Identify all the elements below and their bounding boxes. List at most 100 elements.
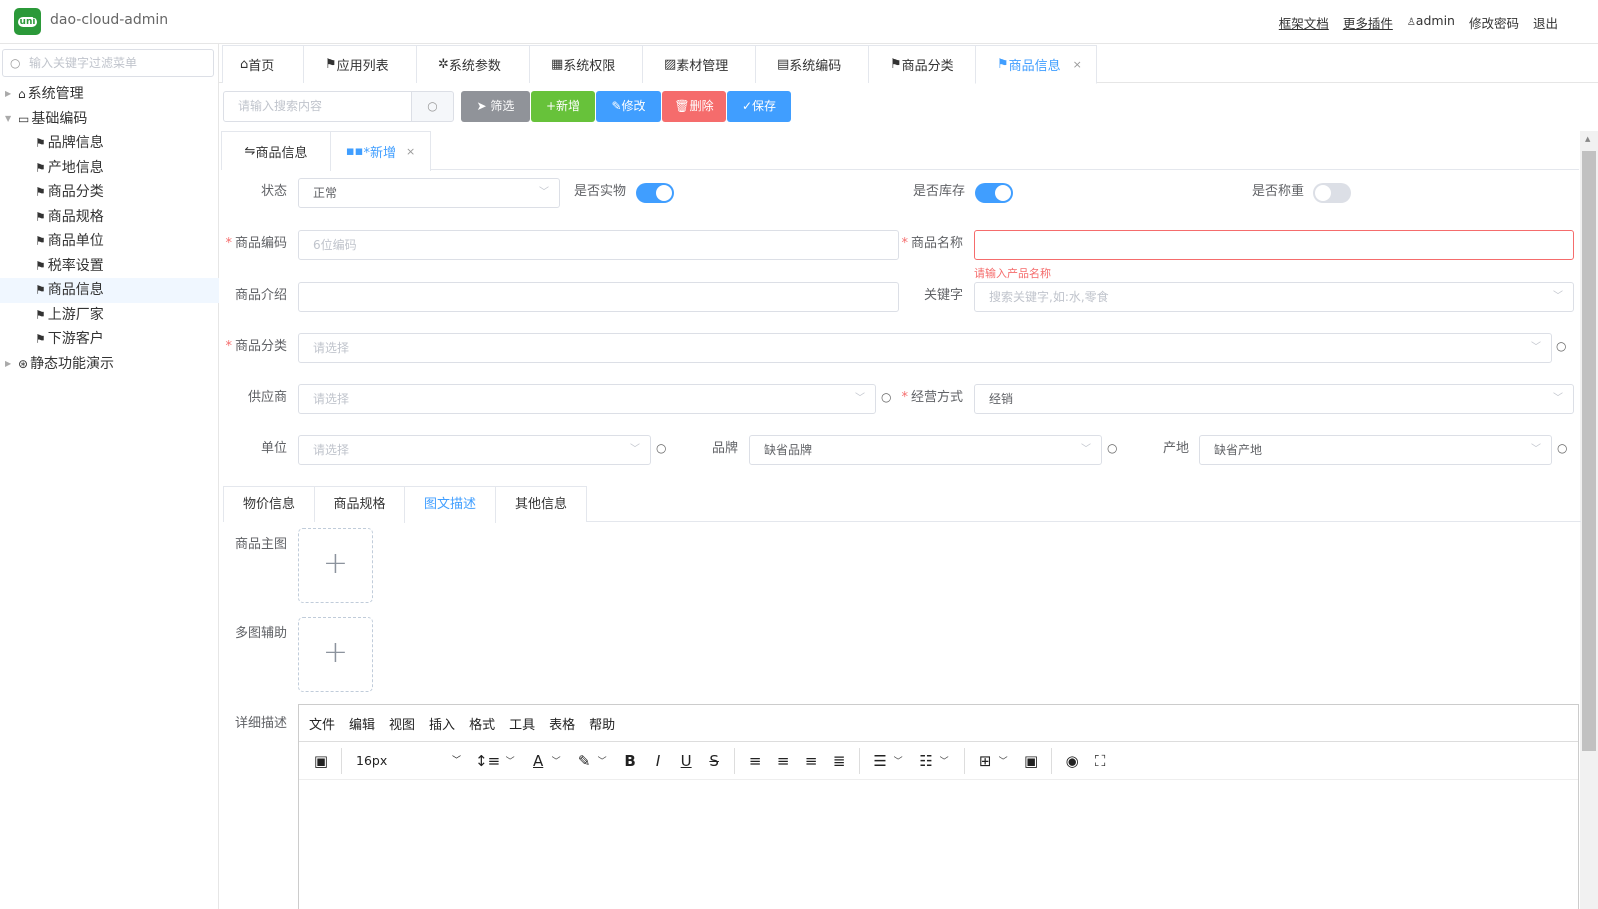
origin-search-icon[interactable]: ○ [1557, 441, 1567, 455]
sidebar-item-upstream[interactable]: ⚑ 上游厂家 [0, 303, 219, 328]
tab-product-info[interactable]: ⚑ 商品信息 × [975, 45, 1097, 84]
align-justify-icon[interactable]: ≣ [831, 752, 847, 770]
user-menu[interactable]: ♙admin [1407, 13, 1455, 32]
flag-icon: ⚑ [35, 258, 46, 273]
tab-image-text[interactable]: 图文描述 [404, 486, 496, 523]
sidebar-item-downstream[interactable]: ⚑ 下游客户 [0, 327, 219, 352]
sidebar-item-system[interactable]: ▶ ⌂ 系统管理 [0, 82, 219, 107]
search-button[interactable]: ○ [411, 91, 454, 122]
menu-view[interactable]: 视图 [389, 714, 415, 733]
tab-price-info[interactable]: 物价信息 [223, 486, 315, 522]
search-input[interactable]: 请输入搜索内容 [223, 91, 412, 122]
supplier-select[interactable]: 请选择 ﹀ [298, 384, 876, 414]
sidebar-item-tax[interactable]: ⚑ 税率设置 [0, 254, 219, 279]
align-left-icon[interactable]: ≡ [747, 752, 763, 770]
origin-select[interactable]: 缺省产地 ﹀ [1199, 435, 1552, 465]
code-input[interactable]: 6位编码 [298, 230, 899, 260]
fullscreen-icon[interactable]: ⛶ [1092, 752, 1108, 770]
edit-icon: ✎ [611, 99, 622, 113]
plugins-link[interactable]: 更多插件 [1343, 13, 1393, 32]
chevron-down-icon: ﹀ [1081, 444, 1091, 455]
unit-select[interactable]: 请选择 ﹀ [298, 435, 651, 465]
user-icon: ♙ [1406, 17, 1416, 28]
is-stock-switch[interactable] [975, 183, 1013, 203]
delete-button[interactable]: 🗑删除 [662, 91, 726, 122]
tab-system-code[interactable]: ▤ 系统编码 [755, 45, 869, 83]
is-physical-switch[interactable] [636, 183, 674, 203]
strikethrough-icon[interactable]: S [706, 752, 722, 770]
sidebar-item-unit[interactable]: ⚑ 商品单位 [0, 229, 219, 254]
is-weigh-switch[interactable] [1313, 183, 1351, 203]
table-icon[interactable]: ⊞ [977, 752, 993, 770]
tab-system-permissions[interactable]: ▦ 系统权限 [529, 45, 643, 83]
italic-icon[interactable]: I [650, 752, 666, 770]
edit-button[interactable]: ✎修改 [596, 91, 661, 122]
align-center-icon[interactable]: ≡ [775, 752, 791, 770]
logout-link[interactable]: 退出 [1533, 13, 1558, 32]
brand-select[interactable]: 缺省品牌 ﹀ [749, 435, 1102, 465]
close-icon[interactable]: × [1073, 58, 1082, 71]
sidebar-item-category[interactable]: ⚑ 商品分类 [0, 180, 219, 205]
menu-file[interactable]: 文件 [309, 714, 335, 733]
brand-search-icon[interactable]: ○ [1107, 441, 1117, 455]
close-icon[interactable]: × [406, 145, 415, 158]
tab-product-category[interactable]: ⚑ 商品分类 [868, 45, 976, 83]
biz-mode-select[interactable]: 经销 ﹀ [974, 384, 1574, 414]
subtab-product-info[interactable]: ⇋ 商品信息 [221, 131, 331, 170]
font-size-select[interactable]: 16px ﹀ [356, 753, 461, 768]
status-select[interactable]: 正常 ﹀ [298, 178, 560, 208]
image-icon[interactable]: ▣ [1023, 752, 1039, 770]
grid-icon: ▦ [551, 57, 564, 72]
bullet-list-icon[interactable]: ☰ [872, 752, 888, 770]
sidebar-item-product[interactable]: ⚑ 商品信息 [0, 278, 219, 303]
change-password-link[interactable]: 修改密码 [1469, 13, 1519, 32]
sidebar-item-spec[interactable]: ⚑ 商品规格 [0, 205, 219, 230]
sidebar-item-brand[interactable]: ⚑ 品牌信息 [0, 131, 219, 156]
detail-label: 详细描述 [234, 716, 287, 731]
sidebar-item-base-code[interactable]: ▼ ▭ 基础编码 [0, 107, 219, 132]
menu-format[interactable]: 格式 [469, 714, 495, 733]
category-search-icon[interactable]: ○ [1556, 339, 1566, 353]
docs-link[interactable]: 框架文档 [1279, 13, 1329, 32]
preview-icon[interactable]: ◉ [1064, 752, 1080, 770]
keywords-select[interactable]: 搜索关键字,如:水,零食 ﹀ [974, 282, 1574, 312]
text-color-icon[interactable]: A [530, 752, 546, 770]
plus-icon: + [322, 546, 349, 581]
intro-input[interactable] [298, 282, 899, 312]
menu-insert[interactable]: 插入 [429, 714, 455, 733]
underline-icon[interactable]: U [678, 752, 694, 770]
chevron-down-icon: ﹀ [939, 757, 949, 767]
menu-filter-input[interactable]: ○ 输入关键字过滤菜单 [2, 49, 214, 77]
multi-image-upload[interactable]: + [298, 617, 373, 692]
tab-assets[interactable]: ▨ 素材管理 [642, 45, 756, 83]
unit-search-icon[interactable]: ○ [656, 441, 666, 455]
tab-home[interactable]: ⌂ 首页 [222, 45, 304, 83]
add-button[interactable]: +新增 [531, 91, 595, 122]
name-input[interactable] [974, 230, 1574, 260]
filter-button[interactable]: ➤ 筛选 [461, 91, 530, 122]
tab-app-list[interactable]: ⚑ 应用列表 [303, 45, 417, 83]
scrollbar-thumb[interactable] [1582, 151, 1596, 751]
sidebar-item-static-demo[interactable]: ▶ ⊛ 静态功能演示 [0, 352, 219, 377]
numbered-list-icon[interactable]: ☷ [918, 752, 934, 770]
rich-text-editor[interactable]: 文件 编辑 视图 插入 格式 工具 表格 帮助 ▣ 16px ﹀ ↕≡ ﹀ A ﹀ ✎… [298, 704, 1579, 909]
subtab-new[interactable]: ▪▪ *新增 × [330, 131, 431, 171]
menu-tools[interactable]: 工具 [509, 714, 535, 733]
line-height-icon[interactable]: ↕≡ [475, 752, 500, 770]
bold-icon[interactable]: B [622, 752, 638, 770]
highlight-icon[interactable]: ✎ [576, 752, 592, 770]
main-image-upload[interactable]: + [298, 528, 373, 603]
sidebar-item-origin[interactable]: ⚑ 产地信息 [0, 156, 219, 181]
menu-edit[interactable]: 编辑 [349, 714, 375, 733]
menu-help[interactable]: 帮助 [589, 714, 615, 733]
supplier-search-icon[interactable]: ○ [881, 390, 891, 404]
scrollbar[interactable]: ▲ [1580, 131, 1598, 909]
insert-image-icon[interactable]: ▣ [313, 752, 329, 770]
align-right-icon[interactable]: ≡ [803, 752, 819, 770]
tab-system-params[interactable]: ✲ 系统参数 [416, 45, 530, 83]
save-button[interactable]: ✓保存 [727, 91, 791, 122]
menu-table[interactable]: 表格 [549, 714, 575, 733]
tab-product-spec[interactable]: 商品规格 [314, 486, 405, 522]
tab-other-info[interactable]: 其他信息 [495, 486, 587, 522]
category-select[interactable]: 请选择 ﹀ [298, 333, 1552, 363]
